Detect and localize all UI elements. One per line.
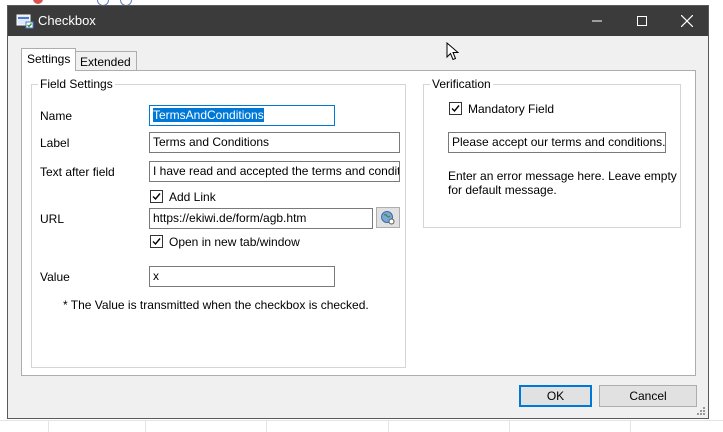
- open-new-tab-label: Open in new tab/window: [169, 235, 300, 249]
- background-grid-line: [145, 420, 146, 432]
- error-message-hint-line2: for default message.: [448, 183, 557, 197]
- label-label: Label: [40, 136, 70, 150]
- url-label: URL: [40, 212, 65, 226]
- minimize-button[interactable]: [574, 6, 620, 36]
- close-icon: [681, 15, 693, 27]
- settings-panel: Field Settings Name TermsAndConditions L…: [21, 70, 696, 376]
- background-app-icon: [33, 0, 43, 4]
- mandatory-field-label: Mandatory Field: [468, 102, 555, 116]
- value-label: Value: [40, 270, 70, 284]
- tab-extended[interactable]: Extended: [74, 51, 137, 71]
- tab-settings[interactable]: Settings: [21, 48, 77, 71]
- text-after-field-label: Text after field: [40, 165, 115, 179]
- name-field-value: TermsAndConditions: [153, 108, 264, 122]
- url-field[interactable]: https://ekiwi.de/form/agb.htm: [149, 208, 373, 229]
- field-settings-group: Field Settings Name TermsAndConditions L…: [31, 77, 406, 368]
- check-mark-icon: [451, 105, 460, 113]
- globe-browse-icon: [381, 210, 395, 224]
- name-label: Name: [40, 109, 73, 123]
- maximize-button[interactable]: [619, 6, 665, 36]
- check-mark-icon: [152, 193, 161, 201]
- check-mark-icon: [152, 238, 161, 246]
- label-field[interactable]: Terms and Conditions: [149, 132, 400, 153]
- open-new-tab-checkbox[interactable]: [150, 235, 163, 248]
- ok-button[interactable]: OK: [519, 385, 592, 407]
- background-grid-line: [630, 420, 631, 432]
- minimize-icon: [592, 20, 602, 22]
- group-label: Field Settings: [38, 77, 115, 91]
- cancel-button[interactable]: Cancel: [599, 385, 697, 407]
- maximize-icon: [637, 16, 647, 26]
- browse-url-button[interactable]: [376, 207, 400, 228]
- text-after-field-input[interactable]: I have read and accepted the terms and c…: [149, 161, 400, 182]
- window-title: Checkbox: [38, 13, 96, 28]
- checkbox-dialog: Checkbox Settings Extended Field Setting…: [7, 5, 709, 419]
- mandatory-field-checkbox[interactable]: [449, 102, 462, 115]
- dialog-app-icon: [16, 13, 34, 29]
- background-grid-line: [0, 420, 723, 421]
- error-message-field[interactable]: Please accept our terms and conditions.: [448, 132, 666, 153]
- background-grid-line: [266, 420, 267, 432]
- name-field[interactable]: TermsAndConditions: [149, 105, 335, 126]
- title-bar[interactable]: Checkbox: [8, 6, 708, 36]
- mouse-cursor-icon: [446, 42, 459, 61]
- add-link-checkbox[interactable]: [150, 190, 163, 203]
- value-field[interactable]: x: [149, 266, 335, 287]
- add-link-label: Add Link: [169, 190, 216, 204]
- error-message-hint: Enter an error message here. Leave empty: [448, 169, 677, 183]
- resize-grip-icon[interactable]: [696, 406, 706, 416]
- value-note: * The Value is transmitted when the chec…: [63, 298, 369, 312]
- background-grid-line: [48, 420, 49, 432]
- close-button[interactable]: [664, 6, 710, 36]
- group-label: Verification: [430, 77, 493, 91]
- background-grid-line: [388, 420, 389, 432]
- background-grid-line: [509, 420, 510, 432]
- verification-group: Verification Mandatory Field Please acce…: [423, 77, 681, 228]
